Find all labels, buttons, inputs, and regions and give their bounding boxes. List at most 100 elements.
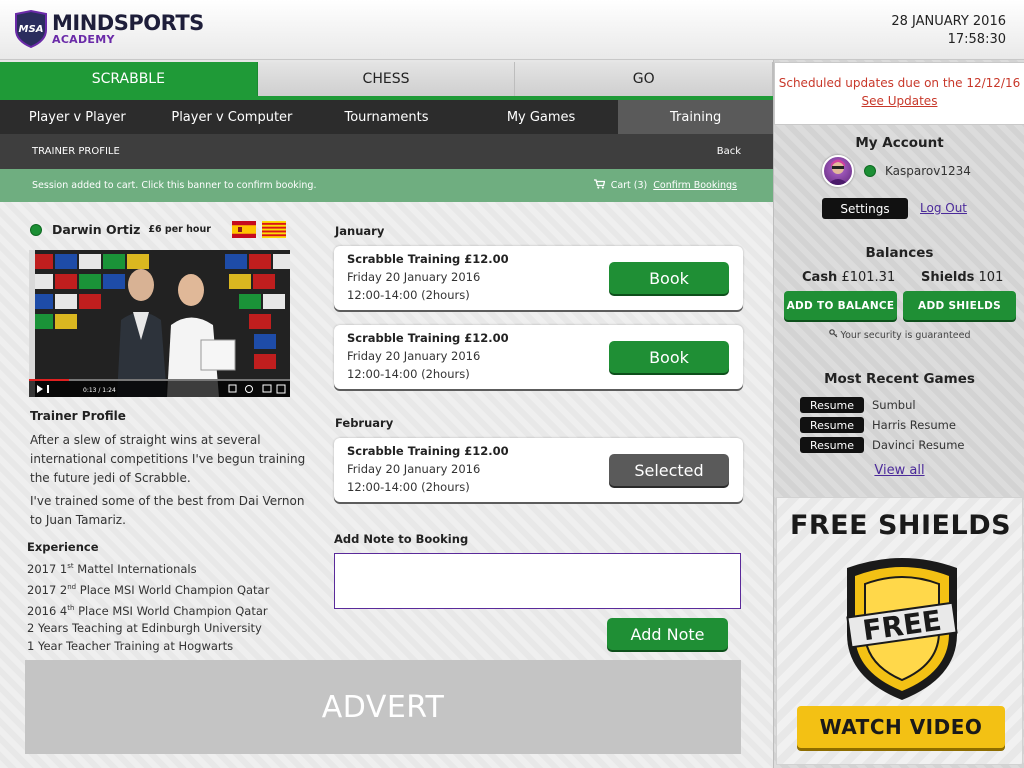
trainer-header: Darwin Ortiz £6 per hour xyxy=(30,222,211,237)
session-banner[interactable]: Session added to cart. Click this banner… xyxy=(0,169,773,202)
logo-shield-icon: MSA xyxy=(14,9,48,49)
booking-note-input[interactable] xyxy=(334,553,741,609)
sub-navigation: Player v Player Player v Computer Tourna… xyxy=(0,100,773,134)
trainer-profile-bar: TRAINER PROFILE Back xyxy=(0,134,773,169)
app-header: MSA MINDSPORTS ACADEMY 28 JANUARY 2016 1… xyxy=(0,0,1024,60)
trainer-video[interactable]: 0:13 / 1:24 xyxy=(29,250,290,397)
resume-button[interactable]: Resume xyxy=(800,417,864,433)
cash-value: £101.31 xyxy=(841,270,896,285)
session-card: Scrabble Training £12.00 Friday 20 Janua… xyxy=(334,325,743,389)
book-button[interactable]: Book xyxy=(609,341,729,373)
watch-video-button[interactable]: WATCH VIDEO xyxy=(797,706,1005,748)
avatar[interactable] xyxy=(822,155,854,187)
tab-scrabble[interactable]: SCRABBLE xyxy=(0,62,258,96)
current-date: 28 JANUARY 2016 xyxy=(891,14,1006,29)
logo-sub-text: ACADEMY xyxy=(52,33,115,46)
opponent-name: Harris Resume xyxy=(872,418,956,432)
promo-title: FREE SHIELDS xyxy=(789,510,1012,541)
list-item: Resume Davinci Resume xyxy=(800,437,964,453)
tab-chess[interactable]: CHESS xyxy=(257,62,516,96)
session-time: 12:00-14:00 (2hours) xyxy=(347,288,470,302)
recent-games-heading: Most Recent Games xyxy=(824,371,975,387)
cart-icon[interactable] xyxy=(593,179,606,192)
balances-heading: Balances xyxy=(865,245,934,261)
account-row: Kasparov1234 xyxy=(822,155,971,187)
selected-button[interactable]: Selected xyxy=(609,454,729,486)
catalonia-flag-icon xyxy=(262,221,286,238)
session-date: Friday 20 January 2016 xyxy=(347,462,481,476)
advert-banner[interactable]: ADVERT xyxy=(25,660,741,754)
updates-notice: Scheduled updates due on the 12/12/16 Se… xyxy=(774,62,1024,125)
subnav-tournaments[interactable]: Tournaments xyxy=(309,100,464,134)
logo-main-text: MINDSPORTS xyxy=(52,11,204,35)
online-status-icon xyxy=(30,223,42,236)
opponent-name: Davinci Resume xyxy=(872,438,965,452)
updates-text: Scheduled updates due on the 12/12/16 xyxy=(778,76,1021,90)
game-tabs: SCRABBLE CHESS GO xyxy=(0,62,774,100)
shield-icon: FREE xyxy=(846,558,958,700)
add-note-button[interactable]: Add Note xyxy=(607,618,728,650)
logout-link[interactable]: Log Out xyxy=(920,201,967,215)
experience-item: 2 Years Teaching at Edinburgh University xyxy=(27,621,262,636)
security-note: Your security is guaranteed xyxy=(774,329,1024,341)
profile-paragraph-1: After a slew of straight wins at several… xyxy=(30,433,306,485)
subnav-training[interactable]: Training xyxy=(618,100,773,134)
cart-count[interactable]: Cart (3) xyxy=(611,180,648,191)
subnav-player-v-computer[interactable]: Player v Computer xyxy=(155,100,310,134)
add-shields-button[interactable]: ADD SHIELDS xyxy=(903,291,1016,320)
book-button[interactable]: Book xyxy=(609,262,729,294)
session-title: Scrabble Training £12.00 xyxy=(347,444,509,458)
month-january: January xyxy=(335,224,385,238)
month-february: February xyxy=(335,416,394,430)
main-content: Darwin Ortiz £6 per hour 0:13 / 1:24 Tra… xyxy=(0,202,773,768)
resume-button[interactable]: Resume xyxy=(800,397,864,413)
subnav-my-games[interactable]: My Games xyxy=(464,100,619,134)
key-icon xyxy=(828,329,841,341)
username: Kasparov1234 xyxy=(885,164,971,178)
view-all-link[interactable]: View all xyxy=(774,463,1024,478)
shields-balance: Shields 101 xyxy=(921,270,1004,285)
add-to-balance-button[interactable]: ADD TO BALANCE xyxy=(784,291,897,320)
session-card: Scrabble Training £12.00 Friday 20 Janua… xyxy=(334,246,743,310)
tab-go[interactable]: GO xyxy=(515,62,774,96)
session-date: Friday 20 January 2016 xyxy=(347,349,481,363)
profile-paragraph-2: I've trained some of the best from Dai V… xyxy=(30,494,305,527)
cart-area: Cart (3) Confirm Bookings xyxy=(593,179,737,192)
trainer-name: Darwin Ortiz xyxy=(52,222,141,237)
spain-flag-icon xyxy=(232,221,256,238)
session-card: Scrabble Training £12.00 Friday 20 Janua… xyxy=(334,438,743,502)
experience-item: 1 Year Teacher Training at Hogwarts xyxy=(27,639,234,654)
logo[interactable]: MSA MINDSPORTS ACADEMY xyxy=(14,9,204,49)
back-link[interactable]: Back xyxy=(717,146,741,157)
datetime: 28 JANUARY 2016 17:58:30 xyxy=(891,13,1006,49)
shields-value: 101 xyxy=(978,270,1004,285)
page-title: TRAINER PROFILE xyxy=(32,146,120,157)
logo-badge-text: MSA xyxy=(19,24,44,35)
list-item: Resume Harris Resume xyxy=(800,417,956,433)
settings-button[interactable]: Settings xyxy=(822,198,908,219)
free-shields-promo[interactable]: FREE SHIELDS FREE WATCH VIDEO xyxy=(776,497,1023,765)
session-date: Friday 20 January 2016 xyxy=(347,270,481,284)
resume-button[interactable]: Resume xyxy=(800,437,864,453)
profile-heading: Trainer Profile xyxy=(30,409,126,423)
see-updates-link[interactable]: See Updates xyxy=(775,92,1024,110)
experience-item: 2017 2nd Place MSI World Champion Qatar xyxy=(27,582,270,597)
experience-list: 2017 1st Mattel Internationals 2017 2nd … xyxy=(27,557,269,655)
video-timestamp: 0:13 / 1:24 xyxy=(83,387,116,394)
trainer-rate: £6 per hour xyxy=(148,224,211,235)
session-time: 12:00-14:00 (2hours) xyxy=(347,367,470,381)
subnav-player-v-player[interactable]: Player v Player xyxy=(0,100,155,134)
session-title: Scrabble Training £12.00 xyxy=(347,252,509,266)
session-time: 12:00-14:00 (2hours) xyxy=(347,480,470,494)
online-status-icon xyxy=(864,165,876,177)
note-label: Add Note to Booking xyxy=(334,532,469,546)
cash-balance: Cash £101.31 xyxy=(802,270,896,285)
my-account-heading: My Account xyxy=(855,135,944,151)
confirm-bookings-link[interactable]: Confirm Bookings xyxy=(653,180,737,191)
experience-heading: Experience xyxy=(27,540,99,554)
current-time: 17:58:30 xyxy=(947,32,1006,47)
account-sidebar: Scheduled updates due on the 12/12/16 Se… xyxy=(773,60,1024,768)
language-flags xyxy=(232,221,286,238)
profile-description: After a slew of straight wins at several… xyxy=(30,431,315,534)
list-item: Resume Sumbul xyxy=(800,397,916,413)
